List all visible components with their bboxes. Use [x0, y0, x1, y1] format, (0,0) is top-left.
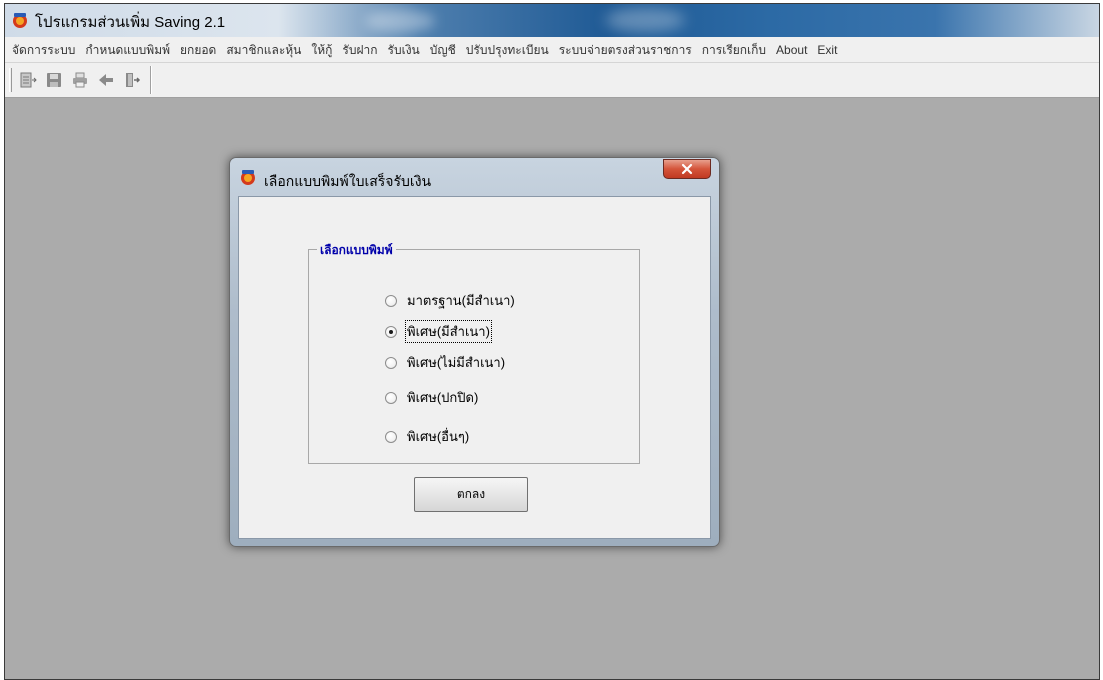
menu-deposits[interactable]: รับฝาก	[337, 37, 382, 63]
menu-collection[interactable]: การเรียกเก็บ	[697, 37, 771, 63]
exit-door-icon[interactable]	[122, 70, 142, 90]
toolbar-separator	[150, 66, 152, 94]
menu-about[interactable]: About	[771, 37, 812, 63]
save-icon[interactable]	[44, 70, 64, 90]
option-label: พิเศษ(มีสำเนา)	[405, 320, 492, 343]
title-bar[interactable]: โปรแกรมส่วนเพิ่ม Saving 2.1	[5, 4, 1099, 37]
option-special-concealed[interactable]: พิเศษ(ปกปิด)	[385, 387, 479, 408]
option-label: มาตรฐาน(มีสำเนา)	[407, 293, 515, 308]
option-special-other[interactable]: พิเศษ(อื่นๆ)	[385, 426, 470, 447]
menu-print-forms[interactable]: กำหนดแบบพิมพ์	[80, 37, 175, 63]
close-icon	[681, 160, 693, 179]
back-arrow-icon[interactable]	[96, 70, 116, 90]
group-label: เลือกแบบพิมพ์	[317, 241, 396, 260]
menu-exit[interactable]: Exit	[812, 37, 842, 63]
print-form-groupbox: เลือกแบบพิมพ์ มาตรฐาน(มีสำเนา) พิเศษ(มีส…	[308, 241, 640, 464]
option-label: พิเศษ(ปกปิด)	[407, 390, 479, 405]
option-special-copy[interactable]: พิเศษ(มีสำเนา)	[385, 320, 492, 343]
radio-special-copy[interactable]	[385, 325, 397, 338]
menu-bar: จัดการระบบ กำหนดแบบพิมพ์ ยกยอด สมาชิกและ…	[5, 37, 1099, 63]
app-icon	[11, 11, 29, 29]
option-special-no-copy[interactable]: พิเศษ(ไม่มีสำเนา)	[385, 352, 506, 373]
print-icon[interactable]	[70, 70, 90, 90]
dialog-app-icon	[239, 168, 257, 186]
ok-button[interactable]: ตกลง	[414, 477, 528, 512]
menu-accounts[interactable]: บัญชี	[425, 37, 461, 63]
dialog-client-area: เลือกแบบพิมพ์ มาตรฐาน(มีสำเนา) พิเศษ(มีส…	[238, 196, 711, 539]
menu-direct-payment[interactable]: ระบบจ่ายตรงส่วนราชการ	[554, 37, 697, 63]
menu-members-shares[interactable]: สมาชิกและหุ้น	[221, 37, 306, 63]
radio-special-other[interactable]	[385, 430, 397, 443]
app-title: โปรแกรมส่วนเพิ่ม Saving 2.1	[35, 14, 226, 31]
print-form-dialog: เลือกแบบพิมพ์ใบเสร็จรับเงิน เลือกแบบพิมพ…	[229, 157, 720, 547]
app-window: โปรแกรมส่วนเพิ่ม Saving 2.1 จัดการระบบ ก…	[4, 3, 1100, 680]
radio-special-concealed[interactable]	[385, 391, 397, 404]
add-record-icon[interactable]	[18, 70, 38, 90]
option-label: พิเศษ(ไม่มีสำเนา)	[407, 355, 506, 370]
toolbar-grip	[9, 68, 12, 92]
toolbar	[5, 63, 1099, 98]
option-label: พิเศษ(อื่นๆ)	[407, 429, 470, 444]
menu-loans[interactable]: ให้กู้	[306, 37, 337, 63]
dialog-title: เลือกแบบพิมพ์ใบเสร็จรับเงิน	[264, 173, 432, 189]
menu-system[interactable]: จัดการระบบ	[7, 37, 80, 63]
option-standard-copy[interactable]: มาตรฐาน(มีสำเนา)	[385, 290, 516, 311]
menu-carry-forward[interactable]: ยกยอด	[175, 37, 221, 63]
radio-special-no-copy[interactable]	[385, 356, 397, 369]
radio-standard-copy[interactable]	[385, 294, 397, 307]
dialog-close-button[interactable]	[663, 159, 711, 179]
menu-update-registry[interactable]: ปรับปรุงทะเบียน	[461, 37, 554, 63]
menu-receive-money[interactable]: รับเงิน	[383, 37, 425, 63]
